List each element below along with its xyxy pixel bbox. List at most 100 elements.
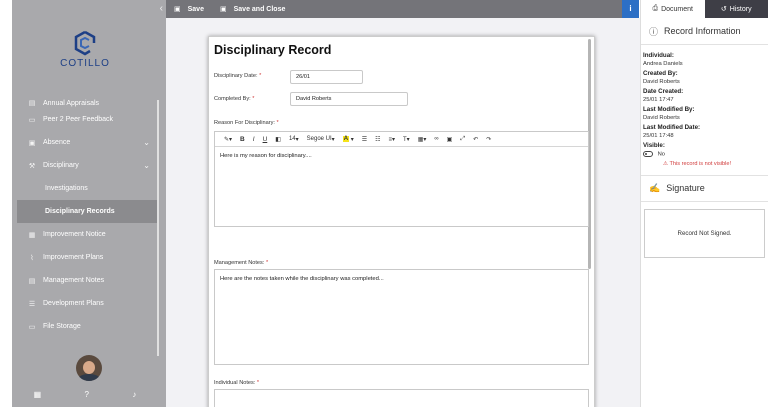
required-mark: * <box>276 120 279 126</box>
image-icon[interactable]: ▣ <box>443 136 457 143</box>
save-icon: ▣ <box>174 6 181 13</box>
reason-label: Reason For Disciplinary: * <box>214 120 279 126</box>
signature-box[interactable]: Record Not Signed. <box>644 208 765 258</box>
last-modified-date-label: Last Modified Date: <box>643 124 701 131</box>
save-button[interactable]: ▣ Save <box>174 5 204 14</box>
grid-icon[interactable]: ▦ <box>34 390 42 399</box>
save-and-close-button[interactable]: ▣ Save and Close <box>219 5 285 14</box>
sidebar-item-label: File Storage <box>43 323 81 330</box>
avatar[interactable] <box>76 355 102 381</box>
warning-text: This record is not visible! <box>669 160 732 167</box>
bell-icon[interactable]: ♪ <box>132 390 136 399</box>
highlight-color-button[interactable]: A ▾ <box>339 136 358 143</box>
document-page: Disciplinary Record Disciplinary Date: *… <box>208 36 595 407</box>
signature-icon: ✍ <box>649 182 661 193</box>
font-size-select[interactable]: 14 ▾ <box>285 136 303 143</box>
sidebar-item-absence[interactable]: ▣ Absence ⌄ <box>17 131 158 154</box>
completed-by-field[interactable]: David Roberts <box>290 92 408 106</box>
main-area: Disciplinary Record Disciplinary Date: *… <box>166 18 640 407</box>
printer-icon: ⎙ <box>652 5 659 12</box>
redo-icon[interactable]: ↷ <box>482 136 495 143</box>
individual-notes-label-text: Individual Notes: <box>214 380 256 386</box>
info-button[interactable]: i <box>622 0 639 18</box>
history-icon: ↺ <box>720 6 727 13</box>
reason-text[interactable]: Here is my reason for disciplinary.... <box>215 147 588 165</box>
required-mark: * <box>265 260 269 266</box>
individual-notes-editor[interactable] <box>214 389 589 407</box>
underline-button[interactable]: U <box>259 136 272 143</box>
visible-toggle[interactable] <box>643 151 653 157</box>
reason-editor[interactable]: ✎▾ B I U ◧ 14 ▾ Segoe UI ▾ A ▾ ☰ ☷ ≡▾ T▾ ▦… <box>214 131 589 227</box>
font-family-select[interactable]: Segoe UI ▾ <box>303 136 339 143</box>
signature-header: ✍ Signature <box>641 174 768 202</box>
bold-button[interactable]: B <box>236 136 249 143</box>
tab-history-label: History <box>729 5 752 13</box>
sidebar-item-disciplinary[interactable]: ⚒ Disciplinary ⌄ <box>17 154 158 177</box>
logo: COTILLO <box>12 30 158 69</box>
date-label: Disciplinary Date: * <box>214 73 261 79</box>
sidebar-item-label: Management Notes <box>43 277 105 284</box>
sidebar-item-improvement-plans[interactable]: ⌇ Improvement Plans <box>17 246 158 269</box>
tab-document[interactable]: ⎙ Document <box>641 0 705 18</box>
record-info-title: Record Information <box>664 26 741 36</box>
undo-icon[interactable]: ↶ <box>469 136 482 143</box>
drive-icon: ▭ <box>28 323 36 331</box>
help-icon[interactable]: ? <box>85 390 89 399</box>
individual-label: Individual: <box>643 52 674 59</box>
sidebar-item-investigations[interactable]: Investigations <box>17 177 158 200</box>
sidebar-item-label: Peer 2 Peer Feedback <box>43 116 114 123</box>
link-icon[interactable]: ∞ <box>430 136 442 142</box>
visible-row: No <box>643 151 768 158</box>
text-style-icon[interactable]: T▾ <box>399 136 414 143</box>
collapse-sidebar-icon[interactable]: ‹ <box>160 3 163 14</box>
management-notes-text[interactable]: Here are the notes taken while the disci… <box>215 270 588 288</box>
note-icon: ▤ <box>28 277 36 285</box>
italic-button[interactable]: I <box>249 136 259 143</box>
comment-icon: ▭ <box>28 116 36 124</box>
sidebar-item-annual-appraisals[interactable]: ▤ Annual Appraisals <box>17 96 158 108</box>
logo-text: COTILLO <box>60 58 110 69</box>
chevron-down-icon: ⌄ <box>143 138 150 147</box>
management-notes-label-text: Management Notes: <box>214 260 265 266</box>
eraser-icon[interactable]: ◧ <box>271 136 285 143</box>
numbered-list-icon[interactable]: ☷ <box>371 136 384 143</box>
editor-toolbar: ✎▾ B I U ◧ 14 ▾ Segoe UI ▾ A ▾ ☰ ☷ ≡▾ T▾ ▦… <box>215 132 588 147</box>
last-modified-by-value: David Roberts <box>643 115 680 121</box>
visibility-warning: ⚠ This record is not visible! <box>643 161 768 167</box>
sidebar-item-label: Development Plans <box>43 300 104 307</box>
tab-history[interactable]: ↺ History <box>704 0 768 18</box>
magic-format-icon[interactable]: ✎▾ <box>220 136 236 143</box>
sidebar-item-file-storage[interactable]: ▭ File Storage <box>17 315 158 338</box>
last-modified-by-label: Last Modified By: <box>643 106 695 113</box>
panel-tabs: ⎙ Document ↺ History <box>641 0 768 18</box>
sidebar-item-disciplinary-records[interactable]: Disciplinary Records <box>17 200 158 223</box>
individual-notes-label: Individual Notes: * <box>214 380 259 386</box>
date-created-value: 25/01 17:47 <box>643 97 674 103</box>
management-notes-editor[interactable]: Here are the notes taken while the disci… <box>214 269 589 365</box>
date-created-label: Date Created: <box>643 88 684 95</box>
save-close-icon: ▣ <box>219 6 227 13</box>
fullscreen-icon[interactable]: ⤢ <box>456 136 469 143</box>
warning-icon: ⚠ <box>663 160 669 167</box>
save-label: Save <box>187 5 204 13</box>
sidebar-item-peer-feedback[interactable]: ▭ Peer 2 Peer Feedback <box>17 108 158 131</box>
font-family-value: Segoe UI <box>306 136 332 142</box>
sidebar-item-management-notes[interactable]: ▤ Management Notes <box>17 269 158 292</box>
completed-by-label-text: Completed By: <box>214 96 251 102</box>
table-icon[interactable]: ▦▾ <box>414 136 431 143</box>
sidebar-item-label: Disciplinary Records <box>45 208 115 215</box>
management-notes-label: Management Notes: * <box>214 260 268 266</box>
tab-document-label: Document <box>661 5 693 13</box>
sidebar-item-development-plans[interactable]: ☰ Development Plans <box>17 292 158 315</box>
footer-icons: ▦ ? ♪ <box>12 390 158 399</box>
sidebar-scrollbar[interactable] <box>157 100 159 356</box>
individual-value: Andrea Daniels <box>643 61 683 67</box>
bullet-list-icon[interactable]: ☰ <box>358 136 371 143</box>
page-title: Disciplinary Record <box>214 43 332 57</box>
sidebar-item-improvement-notice[interactable]: ▦ Improvement Notice <box>17 223 158 246</box>
disciplinary-date-field[interactable]: 26/01 <box>290 70 363 84</box>
align-icon[interactable]: ≡▾ <box>385 136 400 143</box>
sidebar-menu: ▤ Annual Appraisals ▭ Peer 2 Peer Feedba… <box>17 96 158 356</box>
sidebar-item-label: Investigations <box>45 185 88 192</box>
last-modified-date-value: 25/01 17:48 <box>643 133 674 139</box>
